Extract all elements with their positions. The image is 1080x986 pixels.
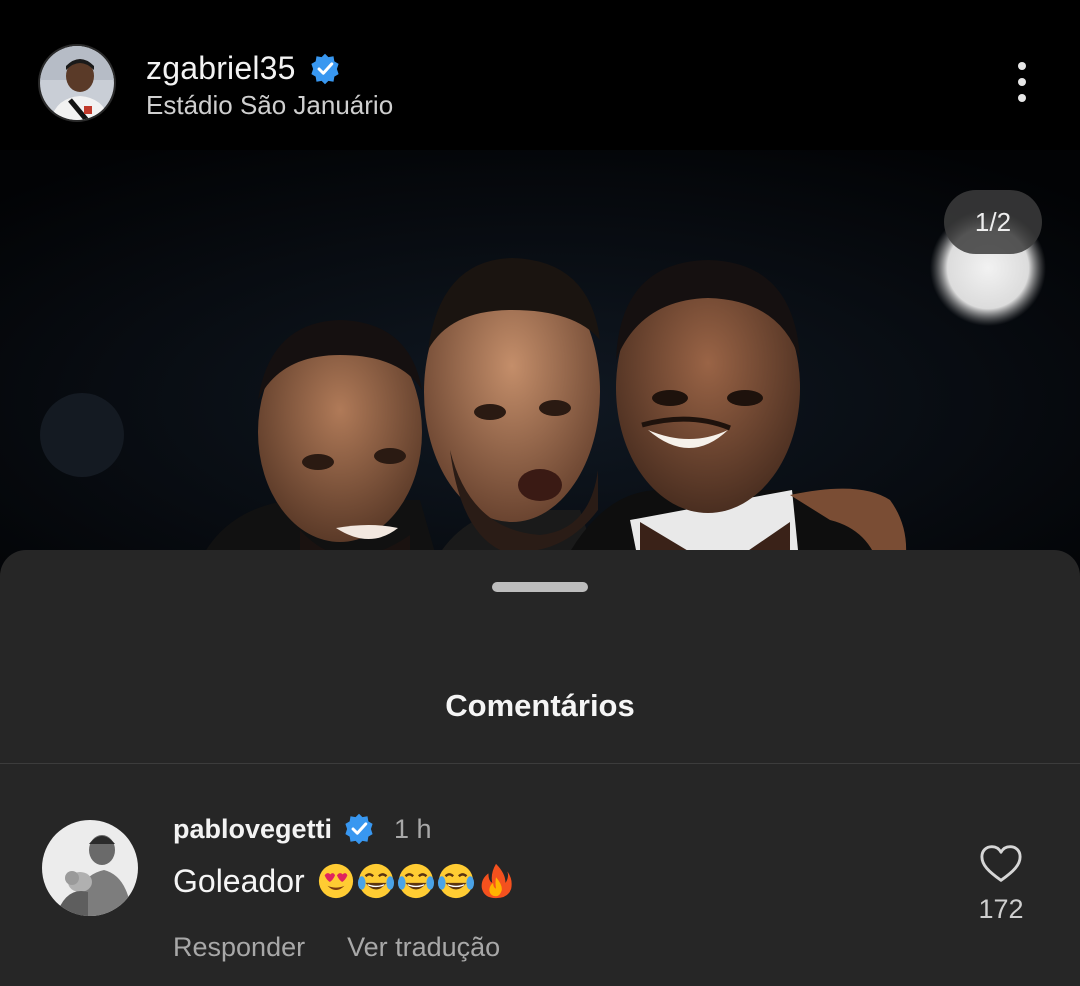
verified-badge-icon (345, 813, 373, 845)
post-photo[interactable] (0, 150, 1080, 570)
comments-sheet: Comentários pablovegetti 1 h Goleador Re… (0, 550, 1080, 986)
see-translation-button[interactable]: Ver tradução (347, 932, 500, 963)
like-count: 172 (978, 894, 1024, 924)
more-options-icon[interactable] (1004, 62, 1040, 106)
author-username[interactable]: zgabriel35 (146, 50, 296, 87)
comment-actions: Responder Ver tradução (173, 932, 500, 963)
comment-body: Goleador (173, 862, 305, 899)
heart-eyes-emoji-icon (318, 863, 353, 899)
post-header: zgabriel35 Estádio São Januário (0, 0, 1080, 150)
sheet-title: Comentários (445, 688, 635, 723)
tears-of-joy-emoji-icon (437, 863, 474, 899)
carousel-page-indicator: 1/2 (944, 190, 1042, 254)
instagram-post-screen: zgabriel35 Estádio São Januário 1/2 Come… (0, 0, 1080, 986)
commenter-username[interactable]: pablovegetti (173, 814, 332, 845)
tears-of-joy-emoji-icon (357, 863, 394, 899)
heart-icon[interactable] (979, 844, 1023, 884)
tears-of-joy-emoji-icon (397, 863, 434, 899)
author-row: zgabriel35 (146, 50, 342, 87)
comment-header: pablovegetti 1 h (173, 812, 432, 846)
comment-item: pablovegetti 1 h Goleador Responder Ver … (0, 764, 1080, 986)
post-location[interactable]: Estádio São Januário (146, 90, 393, 121)
sheet-drag-handle[interactable] (492, 582, 588, 592)
author-avatar[interactable] (38, 44, 116, 122)
comment-text: Goleador (173, 862, 515, 900)
comment-like: 172 (965, 844, 1037, 925)
commenter-avatar[interactable] (42, 820, 138, 916)
verified-badge-icon (311, 53, 339, 84)
reply-button[interactable]: Responder (173, 932, 305, 963)
fire-emoji-icon (481, 863, 512, 899)
comment-timestamp: 1 h (394, 813, 432, 844)
